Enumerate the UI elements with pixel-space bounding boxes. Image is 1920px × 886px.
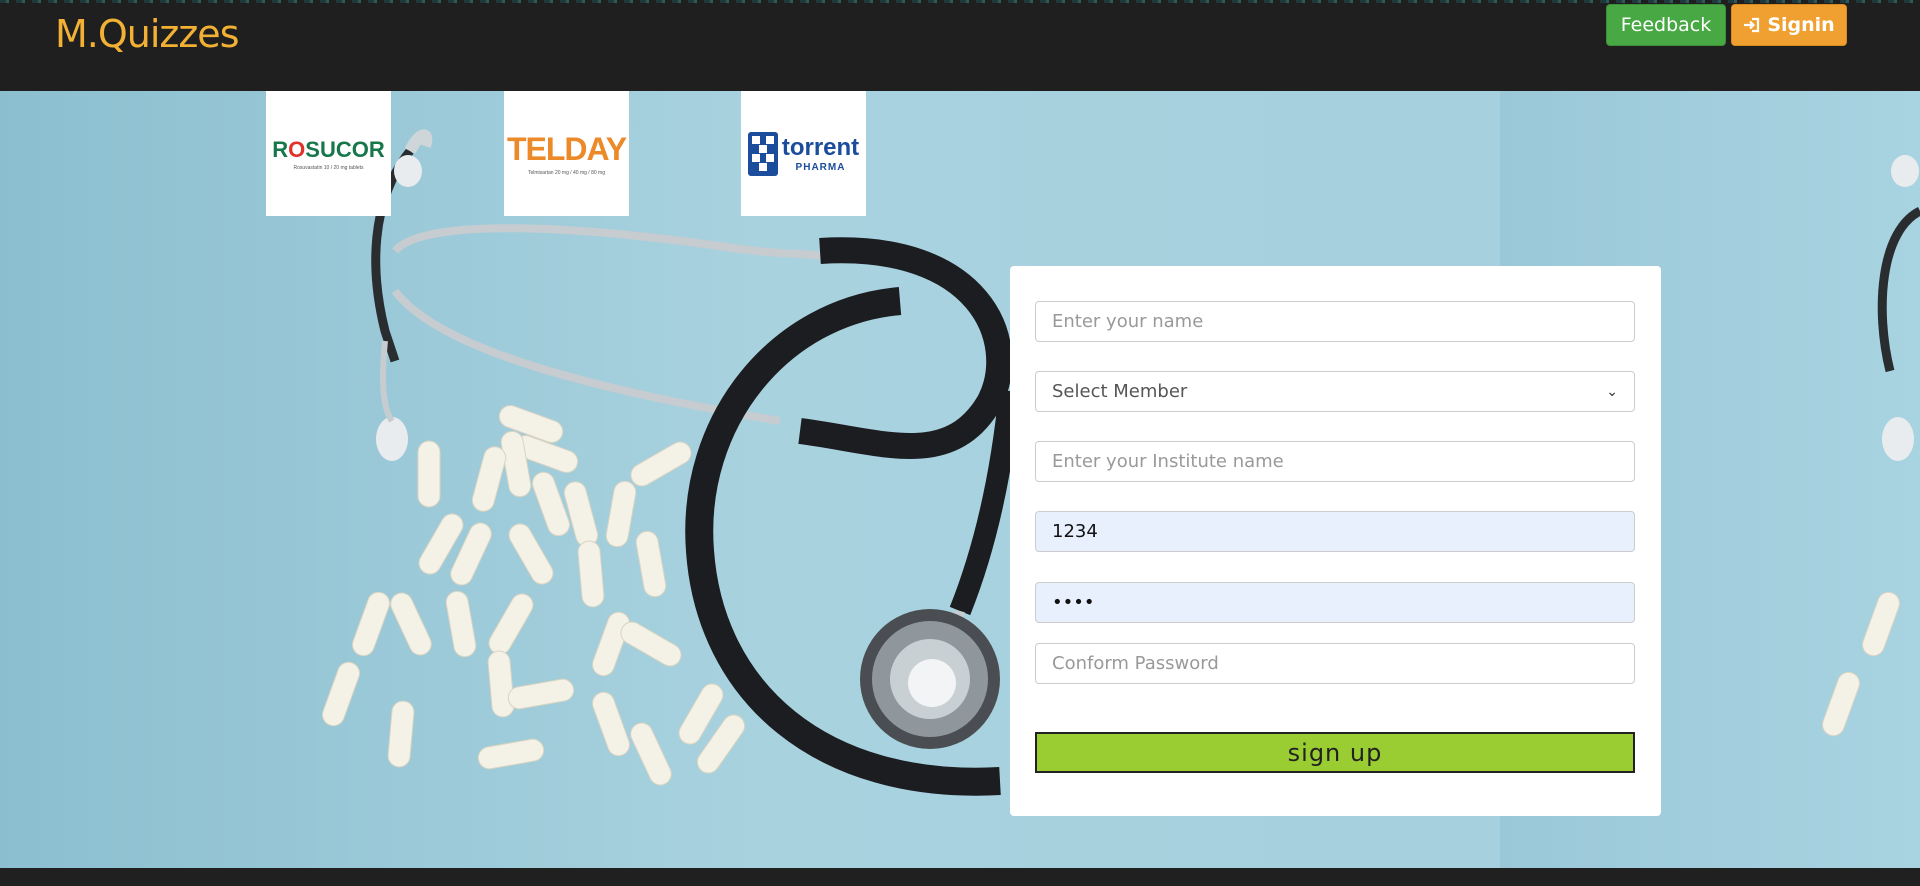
chevron-down-icon: ⌄ — [1606, 383, 1618, 400]
navbar-decoration — [0, 0, 1920, 3]
signup-button[interactable]: sign up — [1035, 732, 1635, 773]
telday-logo: TELDAY Telmisartan 20 mg / 40 mg / 80 mg — [504, 91, 629, 216]
top-navbar: M.Quizzes Feedback Signin — [0, 0, 1920, 91]
torrent-logo-text: torrent — [781, 134, 860, 161]
confirm-password-input[interactable] — [1035, 643, 1635, 684]
institute-input[interactable] — [1035, 441, 1635, 482]
torrent-pharma-logo: torrent PHARMA — [741, 91, 866, 216]
name-input[interactable] — [1035, 301, 1635, 342]
telday-logo-text: TELDAY — [506, 131, 627, 167]
brand-logo-text[interactable]: M.Quizzes — [55, 12, 239, 56]
torrent-wordmark: torrent PHARMA — [782, 134, 859, 173]
member-select[interactable]: Select Member ⌄ — [1035, 371, 1635, 412]
code-input[interactable] — [1035, 511, 1635, 552]
torrent-mark-icon — [747, 131, 778, 176]
password-input[interactable] — [1035, 582, 1635, 623]
torrent-logo-sub: PHARMA — [795, 162, 846, 173]
feedback-button[interactable]: Feedback — [1606, 4, 1726, 46]
rosucor-logo-sub: Rosuvastatin 10 / 20 mg tablets — [293, 164, 364, 171]
telday-logo-sub: Telmisartan 20 mg / 40 mg / 80 mg — [528, 170, 605, 176]
rosucor-logo: ROSUCOR Rosuvastatin 10 / 20 mg tablets — [266, 91, 391, 216]
signin-label: Signin — [1767, 14, 1835, 36]
torrent-logo-row: torrent PHARMA — [747, 131, 859, 176]
member-select-value: Select Member — [1052, 381, 1188, 402]
signup-form-card: Select Member ⌄ sign up — [1010, 266, 1661, 816]
footer-bar — [0, 868, 1920, 886]
rosucor-logo-text: ROSUCOR — [272, 136, 385, 162]
sign-in-icon — [1744, 17, 1760, 33]
signin-button[interactable]: Signin — [1731, 4, 1847, 46]
